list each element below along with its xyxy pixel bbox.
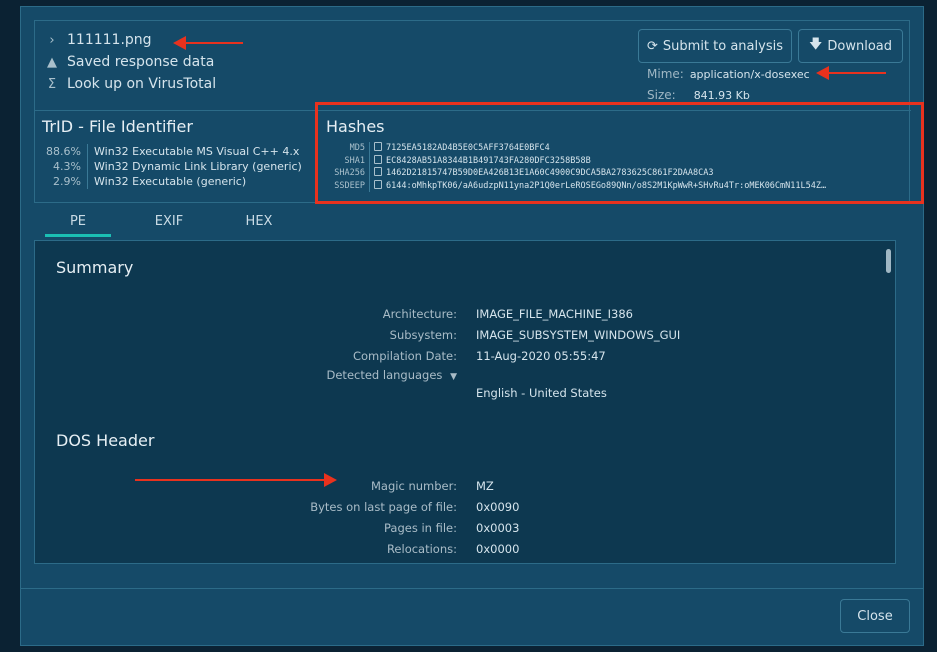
field-label: Pages in file:	[383, 521, 457, 535]
field-label: Size of header:	[157, 563, 457, 564]
tab-hex[interactable]: HEX	[221, 214, 297, 229]
size-row: Size: 841.93 Kb	[647, 88, 750, 102]
warning-icon: ▲	[47, 54, 57, 70]
pe-content-panel[interactable]: Summary Architecture: IMAGE_FILE_MACHINE_…	[34, 240, 896, 564]
chevron-right-icon: ›	[49, 32, 55, 48]
field-label: Compilation Date:	[352, 349, 457, 363]
field-label-row: Magic number:	[35, 479, 457, 495]
field-label-row: Subsystem:	[35, 328, 457, 344]
close-button[interactable]: Close	[840, 599, 910, 633]
mime-label: Mime:	[647, 67, 684, 81]
download-button[interactable]: 🡇 Download	[798, 29, 903, 63]
annotation-arrow	[816, 66, 886, 80]
caret-down-icon: ▼	[450, 372, 457, 382]
sigma-icon: Σ	[47, 76, 57, 92]
trid-description: Win32 Executable MS Visual C++ 4.x	[94, 145, 300, 158]
tab-label: PE	[69, 214, 87, 229]
size-value: 841.93 Kb	[693, 89, 750, 102]
trid-title: TrID - File Identifier	[42, 117, 193, 136]
field-label-row: Pages in file:	[35, 521, 457, 537]
field-value: IMAGE_FILE_MACHINE_I386	[476, 307, 633, 321]
submit-label: Submit to analysis	[662, 38, 783, 54]
scrollbar-thumb[interactable]	[886, 249, 891, 273]
annotation-arrow	[173, 36, 243, 50]
language-value: English - United States	[476, 386, 607, 400]
mime-row: Mime: application/x-dosexec	[647, 67, 810, 81]
download-icon: 🡇	[809, 37, 823, 52]
trid-description: Win32 Executable (generic)	[94, 175, 247, 188]
field-value: 11-Aug-2020 05:55:47	[476, 349, 606, 363]
active-tab-indicator	[45, 234, 111, 237]
trid-percent: 4.3%	[42, 159, 88, 174]
refresh-icon: ⟳	[647, 38, 658, 54]
tab-exif[interactable]: EXIF	[131, 214, 207, 229]
field-value: 0x0090	[476, 500, 520, 514]
dos-header-title: DOS Header	[56, 431, 155, 450]
footer-divider	[21, 588, 923, 589]
field-value: 0x0004	[476, 563, 519, 564]
languages-label: Detected languages	[326, 368, 443, 382]
detected-languages-toggle[interactable]: Detected languages ▼	[35, 368, 475, 384]
annotation-arrow	[135, 473, 337, 487]
field-label-row: Relocations:	[35, 542, 457, 558]
virustotal-link[interactable]: Σ Look up on VirusTotal	[45, 73, 216, 95]
field-value: 0x0003	[476, 521, 520, 535]
mime-value: application/x-dosexec	[689, 68, 810, 81]
field-value: IMAGE_SUBSYSTEM_WINDOWS_GUI	[476, 328, 681, 342]
file-name: 111111.png	[67, 32, 152, 48]
file-name-row[interactable]: › 111111.png	[45, 29, 216, 51]
field-label-row: Bytes on last page of file:	[35, 500, 457, 516]
field-label: Magic number:	[371, 479, 457, 493]
divider	[35, 110, 316, 111]
field-label: Architecture:	[382, 307, 457, 321]
field-label-row: Size of header:	[35, 563, 457, 564]
submit-to-analysis-button[interactable]: ⟳ Submit to analysis	[638, 29, 792, 63]
download-label: Download	[827, 38, 892, 54]
trid-percent: 2.9%	[42, 174, 88, 189]
field-value: 0x0000	[476, 542, 520, 556]
trid-description: Win32 Dynamic Link Library (generic)	[94, 160, 302, 173]
trid-percent: 88.6%	[42, 144, 88, 159]
trid-section: TrID - File Identifier 88.6% Win32 Execut…	[42, 117, 312, 189]
field-value: MZ	[476, 479, 494, 493]
saved-response-text: Saved response data	[67, 54, 215, 70]
field-label: Subsystem:	[389, 328, 457, 342]
field-label-row: Architecture:	[35, 307, 457, 323]
tab-pe[interactable]: PE	[40, 214, 116, 237]
summary-title: Summary	[56, 258, 134, 277]
field-label-row: Compilation Date:	[35, 349, 457, 365]
field-label: Bytes on last page of file:	[310, 500, 457, 514]
field-label: Relocations:	[386, 542, 457, 556]
size-label: Size:	[647, 88, 676, 102]
saved-response-row: ▲ Saved response data	[45, 51, 216, 73]
virustotal-label: Look up on VirusTotal	[67, 76, 217, 92]
annotation-box	[315, 102, 924, 204]
